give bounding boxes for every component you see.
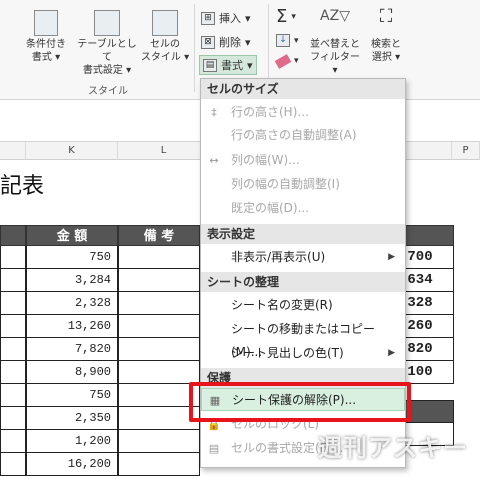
amount-cell[interactable]: 13,260 [26, 315, 118, 338]
menu-row-height[interactable]: ‡ 行の高さ(H)... [201, 101, 405, 124]
amount-cell[interactable]: 16,200 [26, 453, 118, 476]
clear-button[interactable]: ▾ [274, 53, 299, 69]
note-cell[interactable] [118, 430, 200, 453]
section-organize-sheets: シートの整理 [201, 272, 405, 292]
amount-cell[interactable]: 3,284 [26, 269, 118, 292]
table-cell[interactable] [0, 246, 26, 269]
delete-icon: ⊠ [201, 35, 215, 49]
menu-hide-unhide[interactable]: 非表示/再表示(U) ▶ [201, 246, 405, 269]
note-cell[interactable] [118, 292, 200, 315]
column-header-p[interactable]: P [452, 142, 480, 160]
fill-down-icon: ↓ [276, 34, 290, 47]
amount-cell[interactable]: 8,900 [26, 361, 118, 384]
menu-column-width[interactable]: ↔ 列の幅(W)... [201, 149, 405, 172]
note-cell[interactable] [118, 246, 200, 269]
amount-cell[interactable]: 1,200 [26, 430, 118, 453]
table-cell[interactable] [0, 292, 26, 315]
cell-styles-icon [152, 10, 178, 36]
column-header-l[interactable]: L [118, 142, 210, 160]
amount-cell[interactable]: 2,328 [26, 292, 118, 315]
menu-default-width[interactable]: 既定の幅(D)... [201, 197, 405, 220]
sheet-title: 記表 [0, 174, 45, 199]
format-as-table-button[interactable]: テーブルとして 書式設定 ▾ [74, 10, 140, 77]
format-as-table-icon [94, 10, 120, 36]
insert-icon: ⊞ [201, 11, 215, 25]
amount-cell[interactable]: 2,350 [26, 407, 118, 430]
table-cell[interactable] [0, 407, 26, 430]
submenu-arrow-icon: ▶ [388, 348, 395, 358]
submenu-arrow-icon: ▶ [388, 252, 395, 262]
table-cell[interactable] [0, 384, 26, 407]
note-cell[interactable] [118, 338, 200, 361]
table-cell[interactable] [0, 361, 26, 384]
group-separator [194, 4, 195, 92]
table-cell[interactable] [0, 453, 26, 476]
column-header-o[interactable] [404, 142, 452, 160]
menu-tab-color[interactable]: シート見出しの色(T) ▶ [201, 342, 405, 365]
insert-button[interactable]: ⊞ 挿入 ▾ [201, 10, 251, 26]
note-cell[interactable] [118, 361, 200, 384]
autosum-button[interactable]: Σ ▾ [276, 6, 296, 27]
menu-autofit-row[interactable]: 行の高さの自動調整(A) [201, 124, 405, 147]
table-cell[interactable] [0, 269, 26, 292]
table-header-note: 備 考 [118, 225, 200, 246]
note-cell[interactable] [118, 315, 200, 338]
amount-cell[interactable]: 7,820 [26, 338, 118, 361]
eraser-icon [274, 53, 292, 69]
table-cell[interactable] [0, 338, 26, 361]
menu-autofit-column[interactable]: 列の幅の自動調整(I) [201, 173, 405, 196]
watermark: 週刊アスキー [318, 434, 468, 462]
section-cell-size: セルのサイズ [201, 79, 405, 99]
note-cell[interactable] [118, 453, 200, 476]
menu-move-copy-sheet[interactable]: シートの移動またはコピー(M)... [201, 318, 405, 359]
sort-filter-icon: AZ▽ [320, 8, 350, 24]
styles-group-label: スタイル [88, 86, 128, 97]
cell-styles-button[interactable]: セルの スタイル ▾ [140, 10, 190, 64]
amount-cell[interactable]: 750 [26, 384, 118, 407]
menu-rename-sheet[interactable]: シート名の変更(R) [201, 294, 405, 317]
format-icon: ▤ [203, 58, 217, 72]
column-header-k[interactable]: K [26, 142, 118, 160]
table-cell[interactable] [0, 430, 26, 453]
column-width-icon: ↔ [209, 154, 219, 167]
delete-button[interactable]: ⊠ 削除 ▾ [201, 34, 251, 50]
note-cell[interactable] [118, 384, 200, 407]
amount-cell[interactable]: 750 [26, 246, 118, 269]
highlight-box [189, 382, 411, 422]
table-cell[interactable] [0, 315, 26, 338]
binoculars-icon: ⛶ [379, 6, 393, 27]
format-cells-icon: ▤ [208, 442, 220, 455]
column-header-j[interactable] [0, 142, 26, 160]
conditional-format-icon [34, 10, 58, 36]
row-height-icon: ‡ [211, 106, 217, 119]
fill-button[interactable]: ↓ ▾ [276, 34, 299, 47]
table-header-amount: 金 額 [26, 225, 118, 246]
format-button[interactable]: ▤ 書式 ▾ [199, 55, 257, 75]
section-visibility: 表示設定 [201, 224, 405, 244]
table-header-blank [0, 225, 26, 246]
note-cell[interactable] [118, 407, 200, 430]
conditional-format-button[interactable]: 条件付き 書式 ▾ [20, 10, 72, 64]
note-cell[interactable] [118, 269, 200, 292]
find-select-button[interactable]: ⛶ 検索と 選択 ▾ [364, 6, 408, 64]
sort-filter-button[interactable]: AZ▽ 並べ替えと フィルター ▾ [308, 8, 362, 77]
